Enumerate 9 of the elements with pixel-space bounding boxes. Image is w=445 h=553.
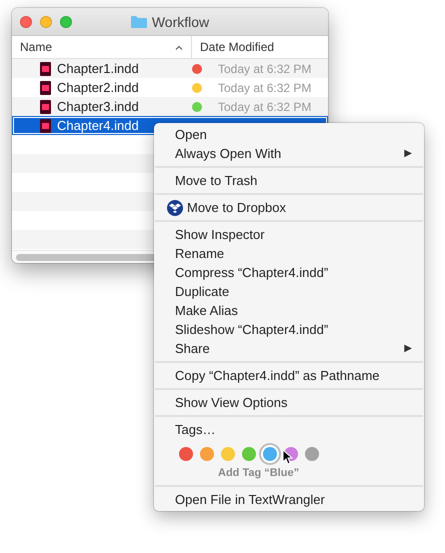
file-name: Chapter3.indd	[57, 99, 139, 114]
file-name: Chapter4.indd	[57, 118, 139, 133]
date-modified: Today at 6:32 PM	[217, 100, 312, 114]
file-name: Chapter1.indd	[57, 61, 139, 76]
tag-hint: Add Tag “Blue”	[217, 466, 300, 481]
window-title: Workflow	[152, 14, 210, 30]
date-modified: Today at 6:32 PM	[217, 80, 312, 94]
date-modified: Today at 6:32 PM	[217, 62, 312, 76]
file-name: Chapter2.indd	[57, 80, 139, 95]
